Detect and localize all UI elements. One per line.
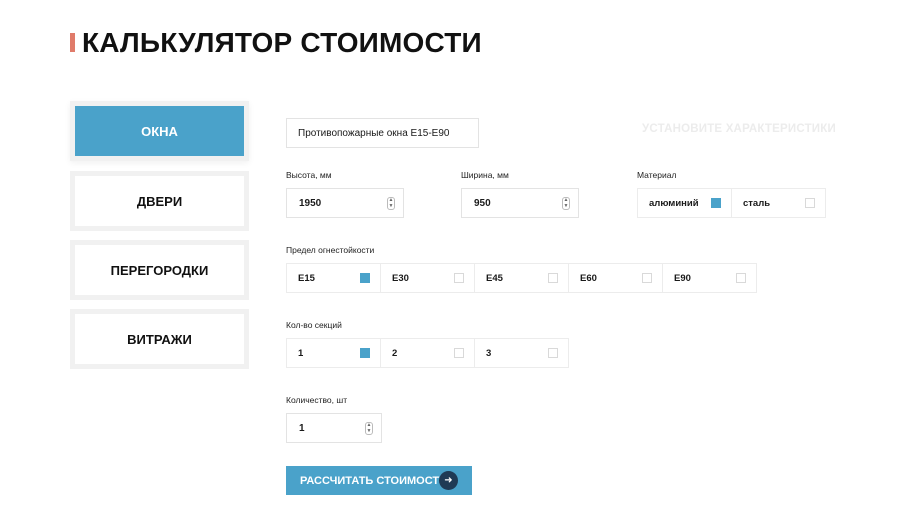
checkbox[interactable] (736, 273, 746, 283)
height-value: 1950 (299, 197, 322, 209)
category-tab-stained-glass[interactable]: ВИТРАЖИ (75, 314, 244, 364)
checkbox-checked[interactable] (711, 198, 721, 208)
category-tab-partitions[interactable]: ПЕРЕГОРОДКИ (75, 245, 244, 295)
fire-limit-option-e45[interactable]: E45 (474, 263, 569, 293)
category-tab-stained-glass-wrap: ВИТРАЖИ (70, 309, 249, 369)
checkbox-checked[interactable] (360, 273, 370, 283)
checkbox[interactable] (548, 273, 558, 283)
width-label: Ширина, мм (461, 170, 509, 180)
option-label: 1 (298, 347, 304, 359)
checkbox[interactable] (642, 273, 652, 283)
width-value: 950 (474, 197, 491, 209)
checkbox[interactable] (454, 348, 464, 358)
quantity-label: Количество, шт (286, 395, 348, 405)
option-label: E45 (486, 272, 503, 284)
category-tab-partitions-wrap: ПЕРЕГОРОДКИ (70, 240, 249, 300)
option-label: алюминий (649, 197, 699, 209)
checkbox[interactable] (548, 348, 558, 358)
category-tab-windows[interactable]: ОКНА (75, 106, 244, 156)
sections-option-3[interactable]: 3 (474, 338, 569, 368)
material-label: Материал (637, 170, 677, 180)
arrow-right-icon: ➜ (439, 471, 458, 490)
fire-limit-option-e60[interactable]: E60 (568, 263, 663, 293)
option-label: сталь (743, 197, 771, 209)
page-title: КАЛЬКУЛЯТОР СТОИМОСТИ (82, 27, 482, 58)
material-option-steel[interactable]: сталь (731, 188, 826, 218)
fire-limit-label: Предел огнестойкости (286, 245, 375, 255)
calculate-cost-button[interactable]: РАССЧИТАТЬ СТОИМОСТЬ ➜ (286, 466, 472, 495)
option-label: E60 (580, 272, 597, 284)
height-input[interactable]: 1950 ▲ ▼ (286, 188, 404, 218)
option-label: 2 (392, 347, 398, 359)
option-label: 3 (486, 347, 492, 359)
quantity-input[interactable]: 1 ▲ ▼ (286, 413, 382, 443)
fire-limit-options: E15 E30 E45 E60 E90 (286, 263, 757, 293)
option-label: E90 (674, 272, 691, 284)
set-characteristics-hint: УСТАНОВИТЕ ХАРАКТЕРИСТИКИ (642, 123, 836, 135)
title-marker (70, 33, 75, 52)
width-input[interactable]: 950 ▲ ▼ (461, 188, 579, 218)
sections-option-2[interactable]: 2 (380, 338, 475, 368)
material-option-aluminium[interactable]: алюминий (637, 188, 732, 218)
sections-options: 1 2 3 (286, 338, 569, 368)
material-options: алюминий сталь (637, 188, 826, 218)
option-label: E30 (392, 272, 409, 284)
spinner-arrows-icon[interactable]: ▲ ▼ (365, 422, 373, 435)
category-tab-doors[interactable]: ДВЕРИ (75, 176, 244, 226)
option-label: E15 (298, 272, 315, 284)
category-tab-doors-wrap: ДВЕРИ (70, 171, 249, 231)
category-tab-windows-wrap: ОКНА (70, 101, 249, 161)
spinner-arrows-icon[interactable]: ▲ ▼ (387, 197, 395, 210)
checkbox-checked[interactable] (360, 348, 370, 358)
fire-limit-option-e30[interactable]: E30 (380, 263, 475, 293)
sections-label: Кол-во секций (286, 320, 342, 330)
checkbox[interactable] (454, 273, 464, 283)
checkbox[interactable] (805, 198, 815, 208)
product-type-select[interactable]: Противопожарные окна Е15-Е90 (286, 118, 479, 148)
calculate-cost-label: РАССЧИТАТЬ СТОИМОСТЬ (300, 474, 447, 487)
fire-limit-option-e15[interactable]: E15 (286, 263, 381, 293)
fire-limit-option-e90[interactable]: E90 (662, 263, 757, 293)
height-label: Высота, мм (286, 170, 332, 180)
quantity-value: 1 (299, 422, 305, 434)
sections-option-1[interactable]: 1 (286, 338, 381, 368)
spinner-arrows-icon[interactable]: ▲ ▼ (562, 197, 570, 210)
